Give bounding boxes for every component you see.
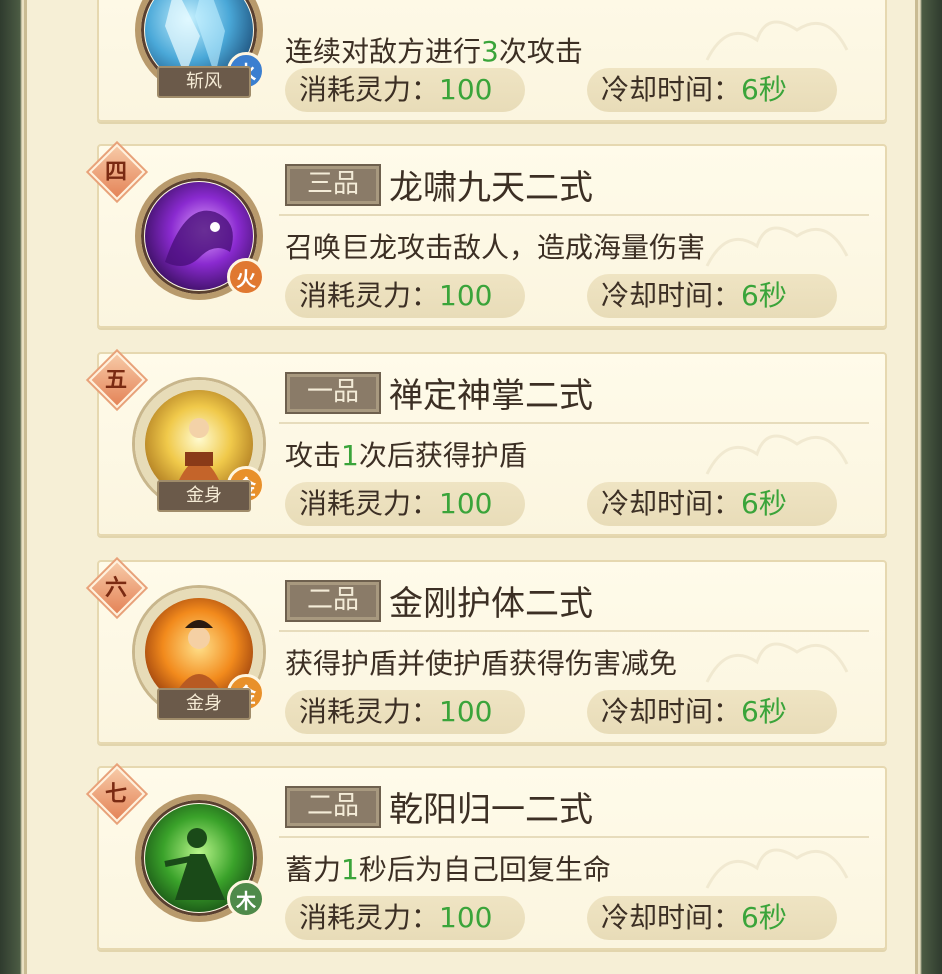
cooldown-pill: 冷却时间：6秒 [587,690,837,734]
cooldown-pill: 冷却时间：6秒 [587,274,837,318]
cooldown-pill: 冷却时间：6秒 [587,68,837,112]
cost-pill: 消耗灵力：100 [285,896,525,940]
skill-description: 连续对敌方进行3次攻击 [285,35,583,68]
cost-pill: 消耗灵力：100 [285,274,525,318]
skill-portrait: 金 金身 [135,588,265,720]
cooldown-pill: 冷却时间：6秒 [587,896,837,940]
rank-badge: 六 [88,559,146,617]
skill-portrait: 金 金身 [135,380,265,512]
skill-portrait: 木 [135,794,265,922]
grade-badge: 二品 [285,580,381,622]
skill-portrait: 水 斩风 [135,0,265,98]
cost-pill: 消耗灵力：100 [285,690,525,734]
cost-pill: 消耗灵力：100 [285,482,525,526]
grade-badge: 二品 [285,786,381,828]
skill-card[interactable]: 四 火 三品 龙啸九天二式 召唤巨龙攻击敌人，造成海量伤害 消耗灵力：100 冷… [88,143,887,328]
skill-description: 召唤巨龙攻击敌人，造成海量伤害 [285,231,706,264]
grade-badge: 三品 [285,164,381,206]
skill-portrait: 火 [135,172,265,300]
skill-name: 禅定神掌二式 [389,376,593,416]
skill-description: 攻击1次后获得护盾 [285,439,527,472]
element-badge: 火 [227,258,265,296]
rank-badge: 七 [88,765,146,823]
skill-description: 蓄力1秒后为自己回复生命 [285,853,611,886]
cooldown-pill: 冷却时间：6秒 [587,482,837,526]
cost-pill: 消耗灵力：100 [285,68,525,112]
skill-tag: 金身 [157,688,251,720]
element-badge: 木 [227,880,265,918]
skill-list-panel: 水 斩风 连续对敌方进行3次攻击 消耗灵力：100 冷却时间：6秒 四 火 三品… [24,0,918,974]
grade-badge: 一品 [285,372,381,414]
skill-name: 龙啸九天二式 [389,168,593,208]
skill-card[interactable]: 五 金 金身 一品 禅定神掌二式 攻击1次后获得护盾 消耗灵力：100 冷却时间… [88,351,887,536]
skill-tag: 斩风 [157,66,251,98]
skill-card[interactable]: 水 斩风 连续对敌方进行3次攻击 消耗灵力：100 冷却时间：6秒 [97,0,887,122]
skill-tag: 金身 [157,480,251,512]
skill-name: 金刚护体二式 [389,584,593,624]
skill-description: 获得护盾并使护盾获得伤害减免 [285,647,678,680]
skill-card[interactable]: 七 木 二品 乾阳归一二式 蓄力1秒后为自己回复生命 消耗灵力：100 冷却时间… [88,765,887,950]
skill-name: 乾阳归一二式 [389,790,593,830]
rank-badge: 五 [88,351,146,409]
rank-badge: 四 [88,143,146,201]
skill-card[interactable]: 六 金 金身 二品 金刚护体二式 获得护盾并使护盾获得伤害减免 消耗灵力：100… [88,559,887,744]
